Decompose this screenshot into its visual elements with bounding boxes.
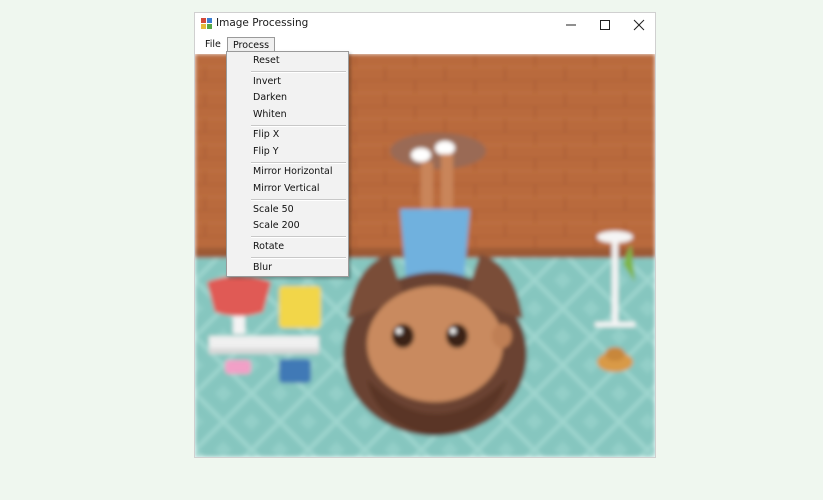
menu-item-blur[interactable]: Blur <box>253 262 272 274</box>
menu-item-darken[interactable]: Darken <box>253 92 287 104</box>
app-image-icon <box>201 18 212 29</box>
menu-file[interactable]: File <box>200 37 226 53</box>
minimize-button[interactable] <box>554 13 588 36</box>
menu-item-mirror-horizontal[interactable]: Mirror Horizontal <box>253 166 333 178</box>
menu-item-rotate[interactable]: Rotate <box>253 241 284 253</box>
menu-separator <box>251 199 346 201</box>
menu-item-whiten[interactable]: Whiten <box>253 109 287 121</box>
menu-separator <box>251 71 346 73</box>
menu-item-scale-200[interactable]: Scale 200 <box>253 220 300 232</box>
minimize-icon <box>566 24 576 26</box>
maximize-button[interactable] <box>588 13 622 36</box>
close-icon <box>633 19 645 31</box>
menu-item-invert[interactable]: Invert <box>253 76 281 88</box>
menu-separator <box>251 236 346 238</box>
close-button[interactable] <box>622 13 656 36</box>
title-bar[interactable]: Image Processing <box>195 13 655 36</box>
menu-separator <box>251 162 346 164</box>
menu-item-mirror-vertical[interactable]: Mirror Vertical <box>253 183 320 195</box>
menu-separator <box>251 125 346 127</box>
maximize-icon <box>600 20 610 30</box>
menu-item-flip-x[interactable]: Flip X <box>253 129 279 141</box>
menu-item-scale-50[interactable]: Scale 50 <box>253 204 294 216</box>
menu-separator <box>251 257 346 259</box>
menu-item-flip-y[interactable]: Flip Y <box>253 146 279 158</box>
menu-item-reset[interactable]: Reset <box>253 55 280 67</box>
process-dropdown-menu: Reset Invert Darken Whiten Flip X Flip Y… <box>226 51 349 277</box>
window-title: Image Processing <box>216 17 309 29</box>
